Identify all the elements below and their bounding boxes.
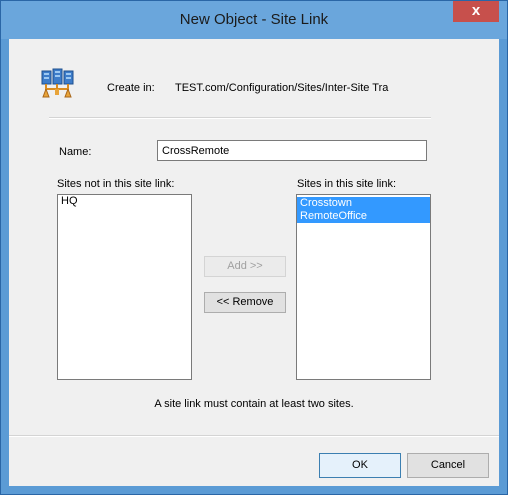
cancel-button[interactable]: Cancel xyxy=(407,453,489,478)
dialog-window: New Object - Site Link x Create in: TEST… xyxy=(0,0,508,495)
site-link-note: A site link must contain at least two si… xyxy=(154,398,354,410)
create-in-path: TEST.com/Configuration/Sites/Inter-Site … xyxy=(175,82,389,94)
remove-button[interactable]: << Remove xyxy=(204,292,286,313)
ok-button[interactable]: OK xyxy=(319,453,401,478)
header-divider xyxy=(49,117,431,119)
list-item[interactable]: HQ xyxy=(58,195,191,208)
sites-in-list[interactable]: Crosstown RemoteOffice xyxy=(296,194,431,380)
name-label: Name: xyxy=(59,146,92,158)
footer-divider xyxy=(9,435,499,437)
name-field[interactable] xyxy=(157,140,427,161)
list-item[interactable]: RemoteOffice xyxy=(297,210,430,223)
title-bar[interactable]: New Object - Site Link x xyxy=(1,1,507,39)
site-link-icon xyxy=(40,67,76,101)
sites-not-in-list[interactable]: HQ xyxy=(57,194,192,380)
close-icon: x xyxy=(471,2,481,19)
sites-not-in-label: Sites not in this site link: xyxy=(57,178,175,190)
list-item[interactable]: Crosstown xyxy=(297,197,430,210)
window-title: New Object - Site Link xyxy=(179,11,329,28)
sites-in-label: Sites in this site link: xyxy=(297,178,397,190)
create-in-label: Create in: xyxy=(107,82,155,94)
dialog-body: Create in: TEST.com/Configuration/Sites/… xyxy=(9,39,499,486)
add-button[interactable]: Add >> xyxy=(204,256,286,277)
close-button[interactable]: x xyxy=(453,1,499,22)
